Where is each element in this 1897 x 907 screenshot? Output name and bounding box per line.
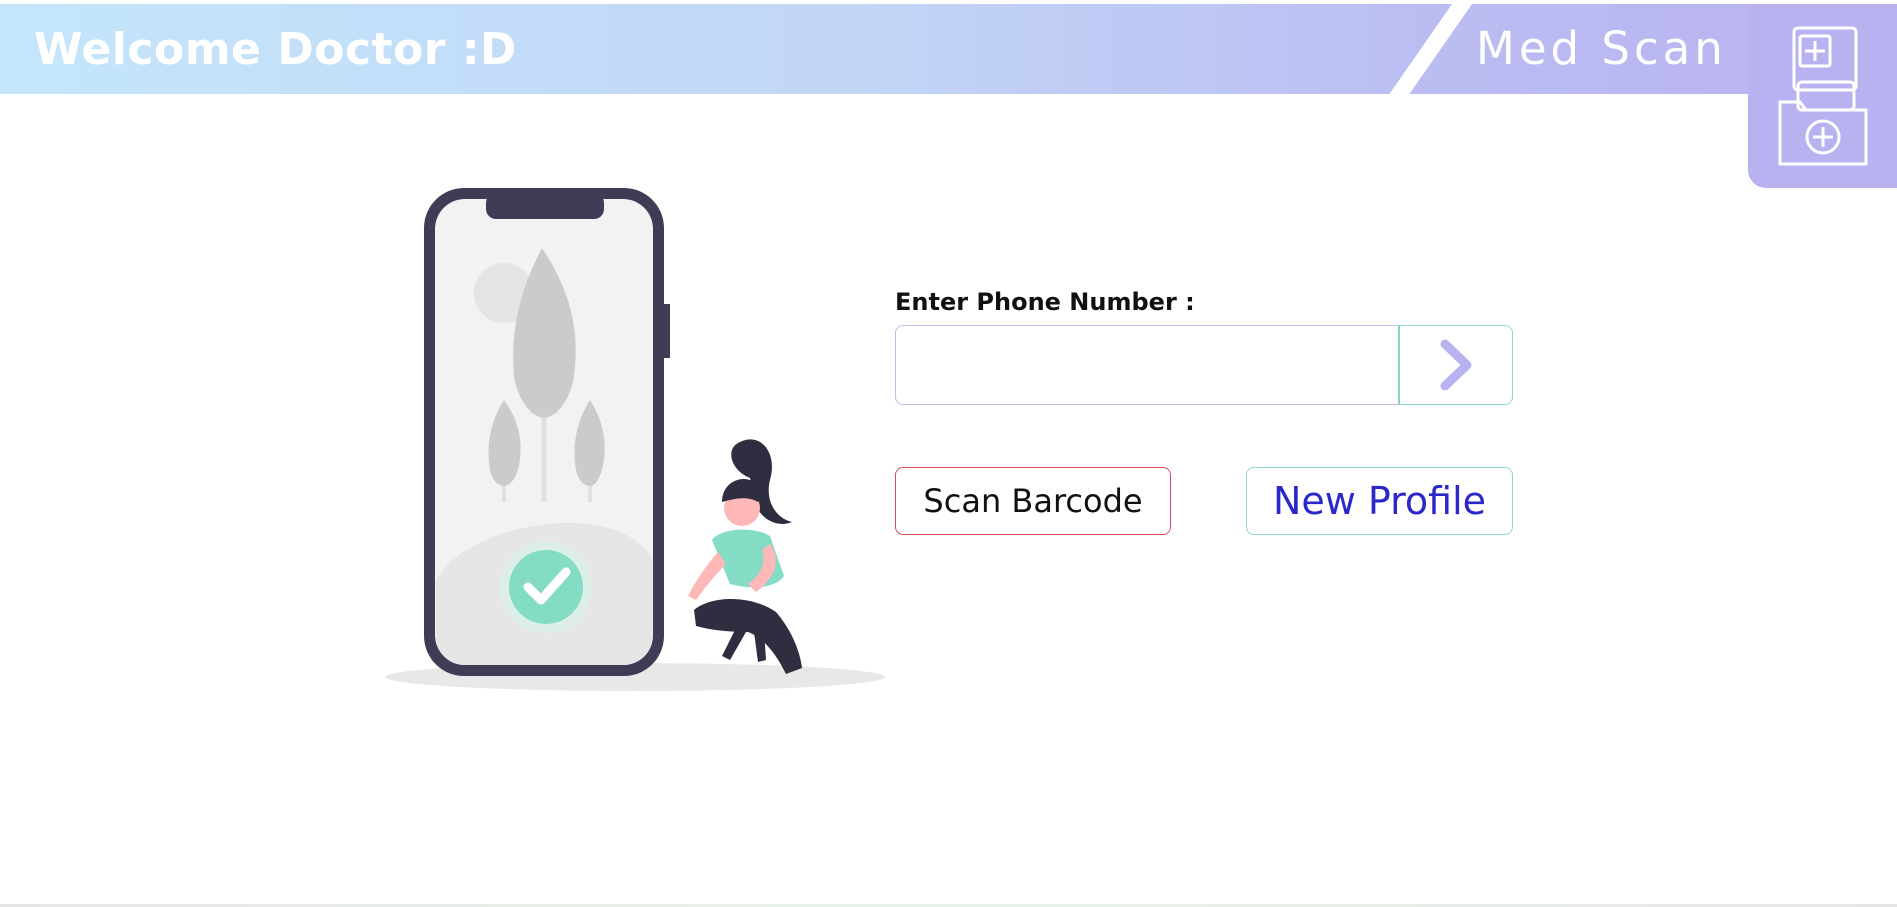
scan-barcode-button[interactable]: Scan Barcode bbox=[895, 467, 1171, 535]
chevron-right-icon bbox=[1440, 339, 1472, 391]
header-divider-slash bbox=[1388, 4, 1472, 96]
phone-verified-illustration bbox=[385, 188, 885, 691]
page-title: Welcome Doctor :D bbox=[34, 24, 517, 75]
logo-tab bbox=[1748, 4, 1897, 188]
submit-phone-button[interactable] bbox=[1398, 325, 1513, 405]
new-profile-button[interactable]: New Profile bbox=[1246, 467, 1513, 535]
brand-name: Med Scan bbox=[1476, 22, 1727, 75]
page: Welcome Doctor :D Med Scan Enter Phone N… bbox=[0, 0, 1897, 907]
phone-number-input[interactable] bbox=[895, 325, 1398, 405]
medical-folder-icon bbox=[1778, 26, 1868, 166]
phone-input-group bbox=[895, 325, 1513, 405]
phone-number-label: Enter Phone Number : bbox=[895, 288, 1195, 316]
